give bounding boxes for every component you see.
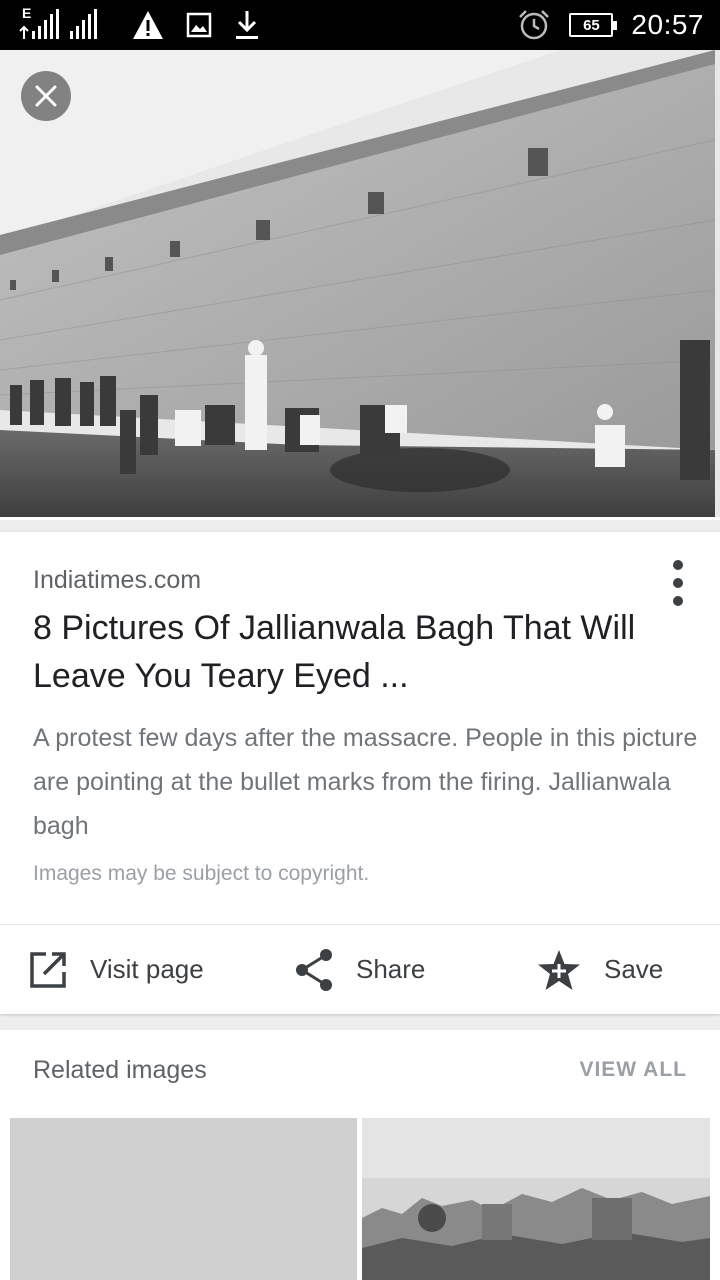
visit-page-button[interactable]: Visit page <box>28 925 204 1014</box>
star-add-icon <box>538 949 580 990</box>
battery-icon: 65 <box>569 13 618 37</box>
share-button[interactable]: Share <box>294 925 425 1014</box>
warning-icon <box>133 11 163 39</box>
alarm-icon <box>519 10 550 40</box>
image-icon <box>186 12 212 38</box>
action-bar: Visit page Share Save <box>0 925 720 1014</box>
clock: 20:57 <box>631 9 704 40</box>
related-image-thumbnail[interactable] <box>362 1118 710 1280</box>
copyright-notice: Images may be subject to copyright. <box>33 862 370 885</box>
result-title[interactable]: 8 Pictures Of Jallianwala Bagh That Will… <box>33 604 653 700</box>
save-button[interactable]: Save <box>536 925 663 1014</box>
signal-icon: E <box>18 5 110 41</box>
close-icon <box>35 85 57 107</box>
battery-level: 65 <box>583 16 600 34</box>
share-label: Share <box>356 954 426 984</box>
more-vert-icon-dot <box>673 578 683 588</box>
related-image-thumbnail[interactable] <box>10 1118 357 1280</box>
result-description: A protest few days after the massacre. P… <box>33 724 698 840</box>
network-type-label: E <box>22 5 32 21</box>
status-bar-right: 65 20:57 <box>517 8 704 42</box>
status-bar-left: E <box>18 5 260 42</box>
view-all-button[interactable]: VIEW ALL <box>579 1058 687 1082</box>
source-domain[interactable]: Indiatimes.com <box>33 566 201 595</box>
more-vert-icon-dot <box>673 596 683 606</box>
related-images-section: Related images VIEW ALL <box>0 1030 720 1280</box>
status-bar: E 65 20:57 <box>0 0 720 50</box>
open-in-new-icon <box>30 951 66 988</box>
result-card: Indiatimes.com 8 Pictures Of Jallianwala… <box>0 532 720 1014</box>
visit-page-label: Visit page <box>90 954 204 984</box>
more-options-button[interactable] <box>666 560 690 606</box>
share-icon <box>296 948 332 991</box>
related-images-title: Related images <box>33 1056 207 1084</box>
result-image[interactable] <box>0 50 720 520</box>
save-label: Save <box>604 954 664 984</box>
more-vert-icon <box>673 560 683 570</box>
download-icon <box>236 11 258 39</box>
close-button[interactable] <box>21 71 71 121</box>
